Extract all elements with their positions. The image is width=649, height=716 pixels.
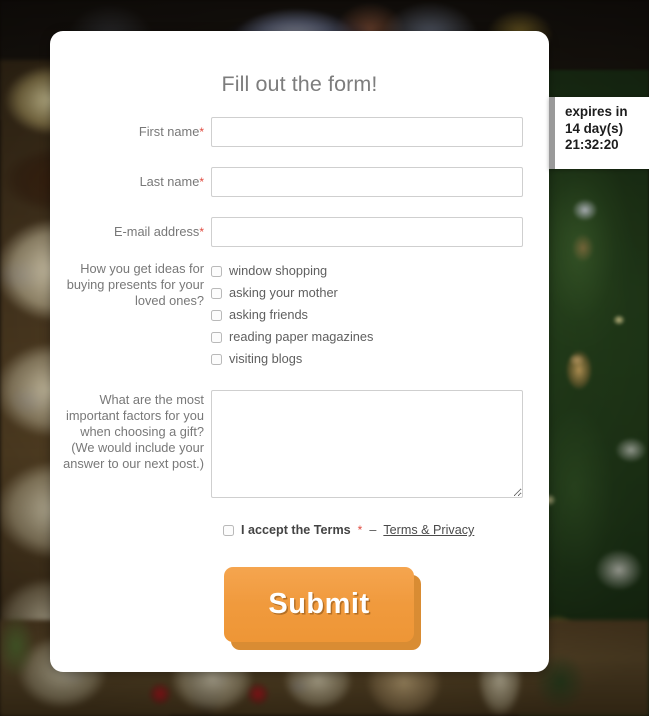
control-email xyxy=(211,217,549,247)
first-name-input[interactable] xyxy=(211,117,523,147)
checkbox-window-shopping[interactable] xyxy=(211,265,222,277)
last-name-input[interactable] xyxy=(211,167,523,197)
terms-separator: – xyxy=(369,523,377,537)
terms-and-privacy-link[interactable]: Terms & Privacy xyxy=(383,523,474,537)
checkbox-label: asking friends xyxy=(229,307,308,322)
signup-form-card: Fill out the form! First name* Last name… xyxy=(50,31,549,672)
expires-days: 14 day(s) xyxy=(565,120,624,136)
checkbox-label: visiting blogs xyxy=(229,351,303,366)
checkbox-label: asking your mother xyxy=(229,285,338,300)
label-email-text: E-mail address xyxy=(113,224,200,239)
checkbox-item-window-shopping[interactable]: window shopping xyxy=(211,260,549,282)
control-ideas-group: window shopping asking your mother askin… xyxy=(211,259,549,370)
accept-terms-label: I accept the Terms xyxy=(241,523,351,537)
accept-terms-checkbox[interactable] xyxy=(223,524,234,536)
submit-area: Submit xyxy=(50,566,549,652)
terms-row: I accept the Terms * – Terms & Privacy xyxy=(50,523,549,537)
expires-countdown-widget[interactable]: expires in 14 day(s) 21:32:20 xyxy=(549,97,649,169)
checkbox-item-asking-friends[interactable]: asking friends xyxy=(211,304,549,326)
checkbox-item-asking-your-mother[interactable]: asking your mother xyxy=(211,282,549,304)
label-last-name-text: Last name xyxy=(139,174,200,189)
page-root: Fill out the form! First name* Last name… xyxy=(0,0,649,716)
required-asterisk: * xyxy=(199,175,204,189)
page-title: Fill out the form! xyxy=(221,72,378,96)
control-gift-factors xyxy=(211,390,549,503)
required-asterisk: * xyxy=(199,125,204,139)
checkbox-asking-your-mother[interactable] xyxy=(211,287,222,299)
checkbox-asking-friends[interactable] xyxy=(211,309,222,321)
label-gift-factors: What are the most important factors for … xyxy=(63,392,204,471)
control-last-name xyxy=(211,167,549,197)
checkbox-label: window shopping xyxy=(229,263,328,278)
checkbox-item-reading-paper-magazines[interactable]: reading paper magazines xyxy=(211,326,549,348)
email-input[interactable] xyxy=(211,217,523,247)
required-asterisk: * xyxy=(199,225,204,239)
field-row-first-name: First name* xyxy=(50,117,549,147)
checkbox-visiting-blogs[interactable] xyxy=(211,353,222,365)
label-ideas-group: How you get ideas for buying presents fo… xyxy=(66,261,204,308)
expires-time: 21:32:20 xyxy=(565,137,619,152)
checkbox-list: window shopping asking your mother askin… xyxy=(211,259,549,370)
expires-label: expires in xyxy=(565,104,628,119)
field-row-last-name: Last name* xyxy=(50,167,549,197)
submit-button[interactable]: Submit xyxy=(224,567,414,642)
label-email: E-mail address* xyxy=(62,217,211,240)
field-row-ideas-checkboxes: How you get ideas for buying presents fo… xyxy=(50,259,549,370)
field-row-gift-factors: What are the most important factors for … xyxy=(50,390,549,503)
checkbox-label: reading paper magazines xyxy=(229,329,374,344)
label-first-name: First name* xyxy=(62,117,211,140)
control-first-name xyxy=(211,117,549,147)
checkbox-item-visiting-blogs[interactable]: visiting blogs xyxy=(211,348,549,370)
label-first-name-text: First name xyxy=(138,124,200,139)
field-row-email: E-mail address* xyxy=(50,217,549,247)
gift-factors-textarea[interactable] xyxy=(211,390,523,498)
label-last-name: Last name* xyxy=(62,167,211,190)
required-asterisk: * xyxy=(357,523,363,537)
checkbox-reading-paper-magazines[interactable] xyxy=(211,331,222,343)
